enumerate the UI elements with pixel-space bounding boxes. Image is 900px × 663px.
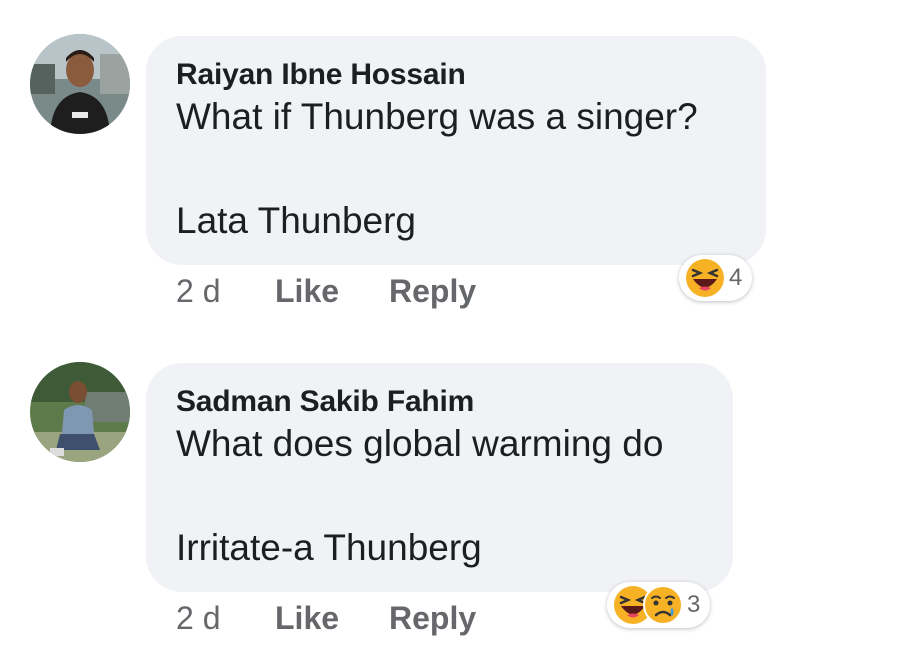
avatar-photo: [30, 34, 130, 134]
comment-text-line: Irritate-a Thunberg: [176, 527, 482, 568]
reaction-count: 4: [729, 264, 743, 291]
comment-author[interactable]: Sadman Sakib Fahim: [176, 383, 703, 421]
reply-button[interactable]: Reply: [389, 273, 476, 310]
reply-button[interactable]: Reply: [389, 600, 476, 637]
like-button[interactable]: Like: [275, 273, 339, 310]
reactions-summary[interactable]: 3: [607, 582, 711, 628]
avatar-photo: [30, 362, 130, 462]
avatar[interactable]: [30, 362, 130, 462]
comment-text-line: Lata Thunberg: [176, 200, 417, 241]
comment-text-line: What does global warming do: [176, 423, 664, 464]
comment-blank-line: [176, 467, 703, 525]
reactions-summary[interactable]: 4: [679, 255, 753, 301]
avatar[interactable]: [30, 34, 130, 134]
sad-icon: [643, 585, 683, 625]
comment-bubble: Sadman Sakib Fahim What does global warm…: [146, 363, 733, 592]
comment-blank-line: [176, 140, 736, 198]
like-button[interactable]: Like: [275, 600, 339, 637]
reaction-count: 3: [687, 591, 701, 618]
comment-bubble: Raiyan Ibne Hossain What if Thunberg was…: [146, 36, 766, 265]
comment-author[interactable]: Raiyan Ibne Hossain: [176, 56, 736, 94]
comment-text-line: What if Thunberg was a singer?: [176, 96, 698, 137]
haha-icon: [686, 259, 724, 297]
comment-timestamp[interactable]: 2 d: [176, 273, 220, 310]
comment-timestamp[interactable]: 2 d: [176, 600, 220, 637]
